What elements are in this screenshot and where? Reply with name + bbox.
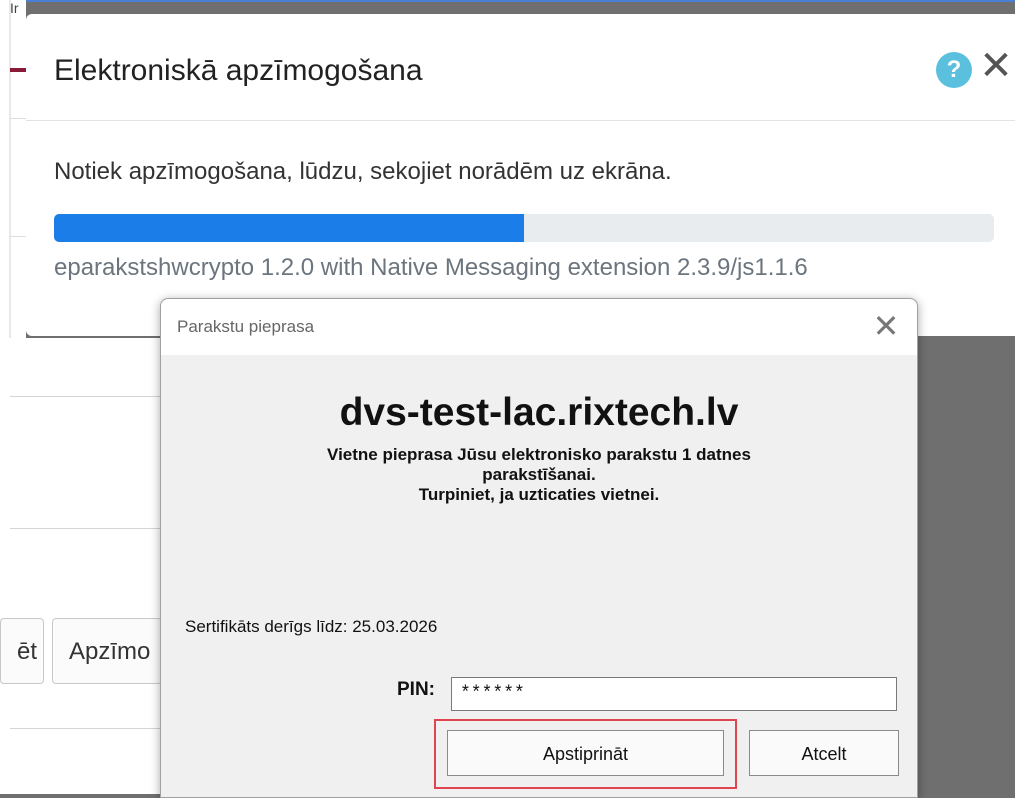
background-divider (10, 528, 160, 529)
dialog-close-icon[interactable]: ✕ (869, 309, 903, 343)
version-info: eparakstshwcrypto 1.2.0 with Native Mess… (54, 254, 808, 281)
progress-bar (54, 214, 994, 242)
cancel-button[interactable]: Atcelt (749, 730, 899, 776)
background-divider (10, 728, 160, 729)
requesting-host: dvs-test-lac.rixtech.lv (339, 391, 739, 434)
background-partial-text: Ir (10, 0, 19, 16)
background-divider (10, 236, 26, 237)
signature-request-dialog: Parakstu pieprasa ✕ dvs-test-lac.rixtech… (160, 298, 918, 798)
request-description-line: Vietne pieprasa Jūsu elektronisko paraks… (327, 445, 751, 464)
confirm-button[interactable]: Apstiprināt (447, 730, 724, 776)
modal-title: Elektroniskā apzīmogošana (54, 54, 423, 87)
certificate-validity: Sertifikāts derīgs līdz: 25.03.2026 (185, 617, 438, 636)
close-icon[interactable]: ✕ (976, 44, 1015, 88)
request-description-line: parakstīšanai. (482, 465, 596, 484)
modal-message: Notiek apzīmogošana, lūdzu, sekojiet nor… (54, 158, 672, 185)
request-description-line: Turpiniet, ja uzticaties vietnei. (418, 485, 660, 504)
background-stamp-button[interactable]: Apzīmo (52, 618, 162, 684)
dialog-title: Parakstu pieprasa (177, 317, 315, 336)
background-page-lower (0, 338, 162, 794)
pin-label: PIN: (397, 679, 435, 700)
pin-input[interactable]: ****** (451, 677, 897, 711)
help-icon[interactable]: ? (936, 52, 972, 88)
background-divider (10, 118, 26, 119)
page-top-border (0, 0, 1015, 2)
modal-header: Elektroniskā apzīmogošana ? ✕ (26, 14, 1015, 121)
background-button[interactable]: ēt (0, 618, 44, 684)
background-divider (10, 396, 160, 397)
stamping-modal: Elektroniskā apzīmogošana ? ✕ Notiek apz… (26, 14, 1015, 336)
progress-bar-fill (54, 214, 524, 242)
dialog-titlebar: Parakstu pieprasa ✕ (161, 299, 917, 355)
background-accent-bar (10, 68, 26, 72)
request-description: Vietne pieprasa Jūsu elektronisko paraks… (161, 445, 917, 505)
